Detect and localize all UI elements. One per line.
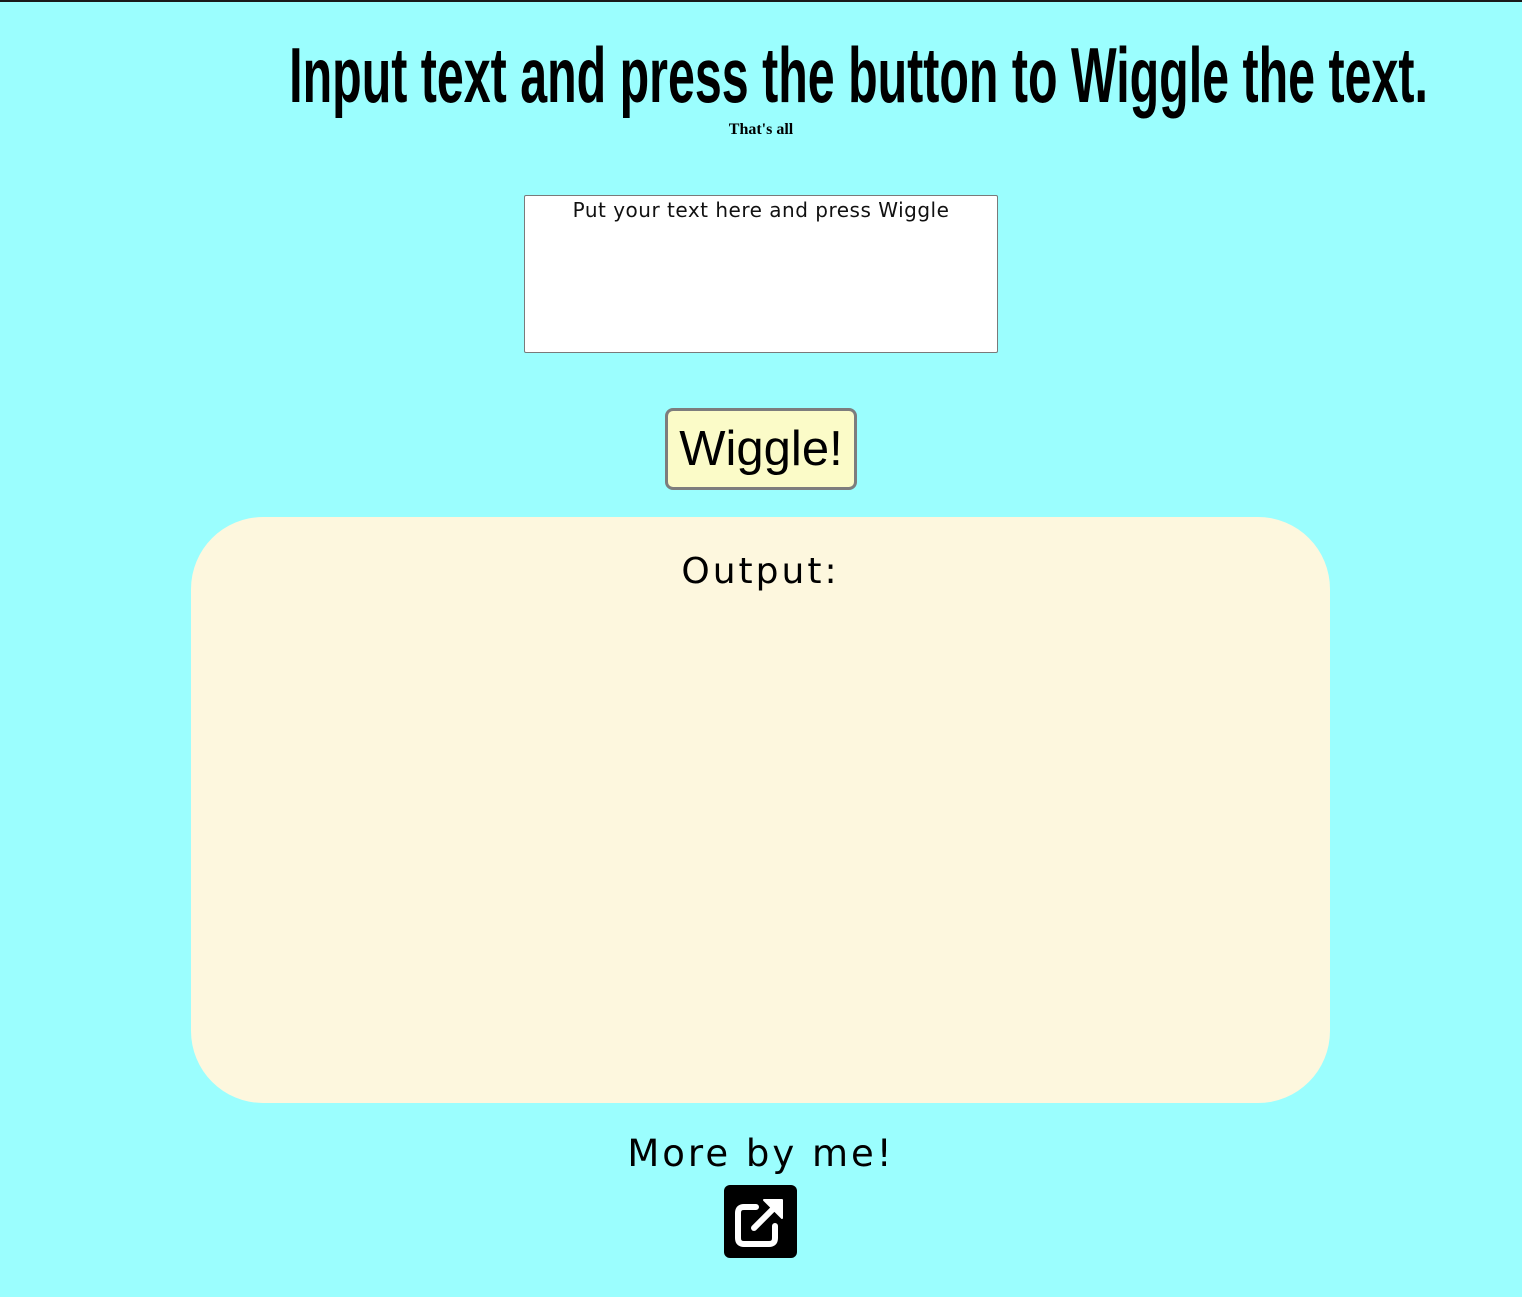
top-border [0, 0, 1522, 2]
output-label: Output: [681, 551, 840, 592]
page-title: Input text and press the button to Wiggl… [289, 31, 1428, 119]
more-by-me-link[interactable] [724, 1185, 797, 1258]
output-panel: Output: [191, 517, 1330, 1103]
wiggle-button[interactable]: Wiggle! [665, 408, 857, 490]
text-input[interactable] [524, 195, 998, 353]
page-subtitle: That's all [728, 121, 794, 138]
external-link-icon [735, 1199, 783, 1247]
more-by-me-label: More by me! [627, 1132, 895, 1175]
